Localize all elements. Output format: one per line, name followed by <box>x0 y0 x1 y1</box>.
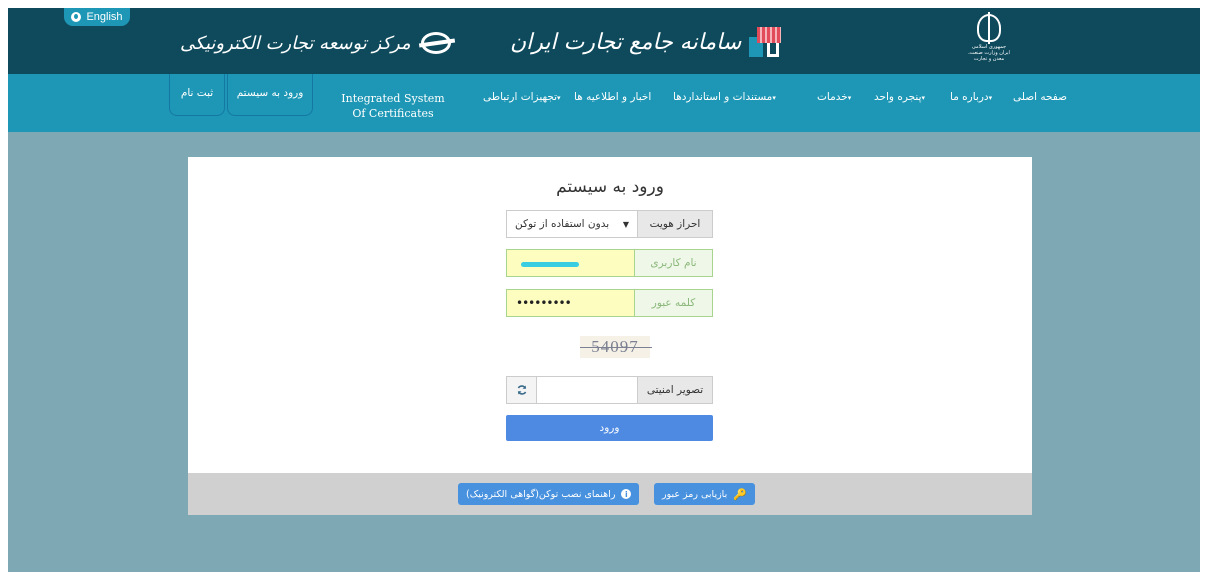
token-guide-button[interactable]: راهنمای نصب توکن(گواهی الکترونیک) i <box>458 483 640 505</box>
token-guide-label: راهنمای نصب توکن(گواهی الکترونیک) <box>466 488 616 500</box>
ecommerce-center-logo <box>420 32 451 54</box>
recover-password-button[interactable]: بازیابی رمز عبور 🔑 <box>654 483 755 505</box>
key-icon: 🔑 <box>733 487 747 501</box>
captcha-row: تصویر امنیتی <box>506 376 713 404</box>
captcha-label: تصویر امنیتی <box>637 377 712 403</box>
nav-integrated-system[interactable]: Integrated System Of Certificates <box>338 91 448 121</box>
info-icon: i <box>621 489 632 499</box>
nav-login-button[interactable]: ورود به سیستم <box>227 74 313 116</box>
language-button[interactable]: English <box>64 8 130 26</box>
login-card: ورود به سیستم احراز هویت بدون استفاده از… <box>188 157 1032 473</box>
nav-home[interactable]: صفحه اصلی <box>1013 91 1067 103</box>
top-header: English مرکز توسعه تجارت الکترونیکی ساما… <box>8 8 1200 74</box>
nav-about[interactable]: درباره ما▾ <box>950 91 992 103</box>
page-frame: English مرکز توسعه تجارت الکترونیکی ساما… <box>8 8 1200 572</box>
auth-method-row: احراز هویت بدون استفاده از توکن ▼ <box>506 210 713 238</box>
ministry-emblem: جمهوری اسلامی ایران وزارت صنعت، معدن و ت… <box>966 12 1012 72</box>
nav-equipment[interactable]: تجهیزات ارتباطی▾ <box>483 91 561 103</box>
redacted-username <box>521 262 579 267</box>
nav-single-window[interactable]: پنجره واحد▾ <box>874 91 925 103</box>
main-nav: صفحه اصلی درباره ما▾ پنجره واحد▾ خدمات▾ … <box>8 74 1200 132</box>
language-label: English <box>86 11 123 23</box>
captcha-image: 54097 <box>580 336 652 358</box>
iran-emblem-icon <box>977 12 1001 44</box>
nav-news[interactable]: اخبار و اطلاعیه ها <box>574 91 651 103</box>
emblem-caption: جمهوری اسلامی ایران وزارت صنعت، معدن و ت… <box>968 44 1010 62</box>
nav-register-button[interactable]: ثبت نام <box>169 74 225 116</box>
refresh-icon <box>517 385 526 395</box>
username-row: نام کاربری <box>506 249 713 277</box>
brand-center-text: سامانه جامع تجارت ایران <box>510 29 742 55</box>
refresh-captcha-button[interactable] <box>507 377 537 403</box>
username-input[interactable] <box>507 250 634 276</box>
brand-center[interactable]: سامانه جامع تجارت ایران <box>510 24 782 60</box>
brand-left-text: مرکز توسعه تجارت الکترونیکی <box>180 32 411 54</box>
recover-password-label: بازیابی رمز عبور <box>662 488 728 500</box>
login-submit-button[interactable]: ورود <box>506 415 713 441</box>
captcha-input[interactable] <box>537 377 637 403</box>
password-input[interactable]: ••••••••• <box>507 290 634 316</box>
auth-method-value: بدون استفاده از توکن <box>515 218 610 230</box>
brand-left: مرکز توسعه تجارت الکترونیکی <box>180 26 451 60</box>
password-label: کلمه عبور <box>634 290 712 316</box>
dropdown-arrow-icon: ▼ <box>622 219 629 229</box>
nav-services[interactable]: خدمات▾ <box>817 91 851 103</box>
auth-method-label: احراز هویت <box>637 211 712 237</box>
globe-icon <box>71 12 82 22</box>
password-row: کلمه عبور ••••••••• <box>506 289 713 317</box>
ntsw-logo <box>749 27 782 57</box>
auth-method-select[interactable]: بدون استفاده از توکن ▼ <box>507 211 637 237</box>
login-footer: بازیابی رمز عبور 🔑 راهنمای نصب توکن(گواه… <box>188 473 1032 515</box>
username-label: نام کاربری <box>634 250 712 276</box>
nav-standards[interactable]: مستندات و استانداردها▾ <box>673 91 776 103</box>
login-title: ورود به سیستم <box>556 177 664 197</box>
